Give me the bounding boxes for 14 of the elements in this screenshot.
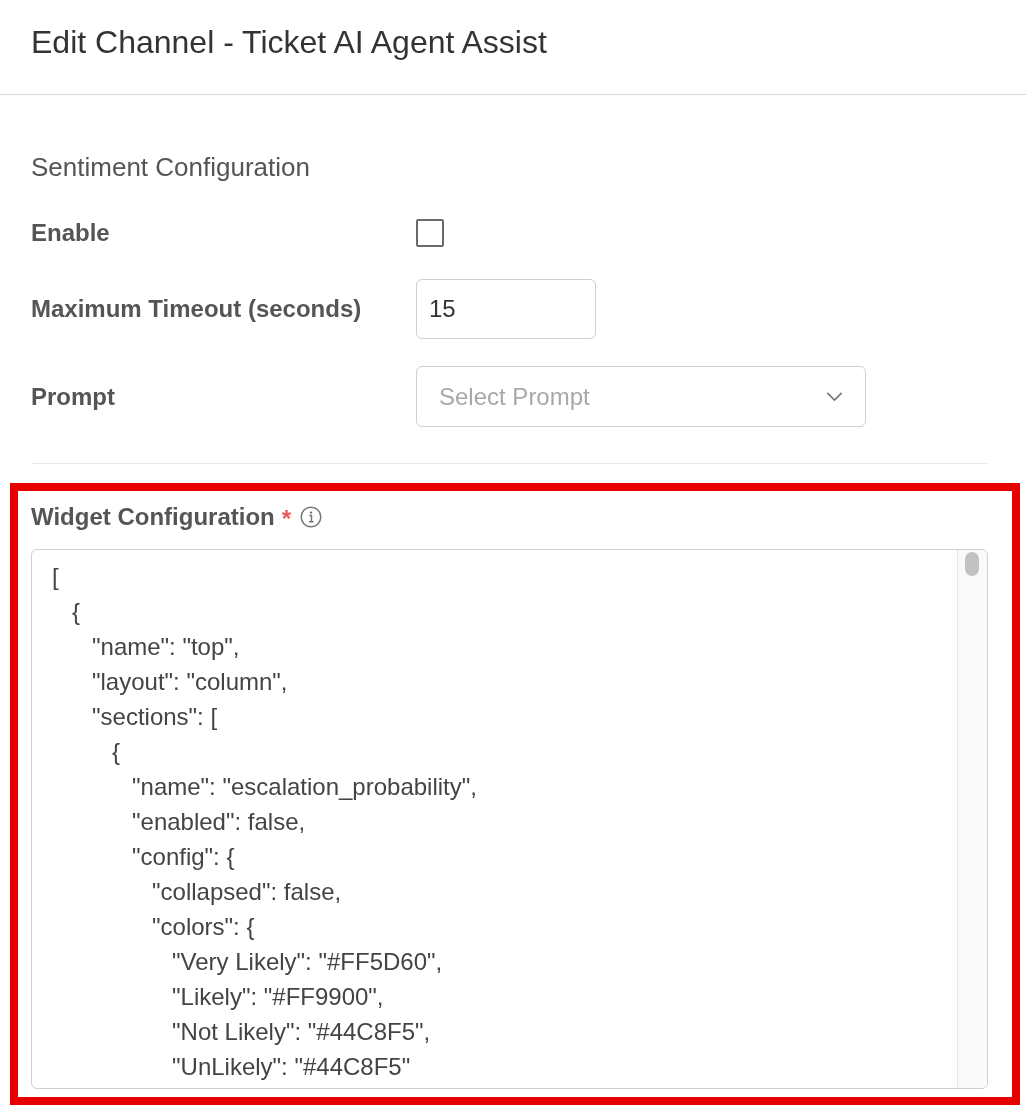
number-input[interactable]: 15 <box>416 279 596 339</box>
scrollbar-thumb[interactable] <box>965 552 979 576</box>
section-title: Sentiment Configuration <box>31 151 310 183</box>
field-label: Prompt <box>31 381 115 412</box>
required-mark: * <box>281 507 292 527</box>
code-textarea[interactable]: [ { "name": "top", "layout": "column", "sections": [ { "name": "escalation_probability", "enabled": false, "config": { "collapsed": false, "colors": { "Very Likely": "#FF5D60", "Likely": "#FF9900", "Not Likely": "#44C8F5", "UnLikely": "#44C8F5" <box>31 549 988 1089</box>
page-title: Edit Channel - Ticket AI Agent Assist <box>31 23 547 61</box>
field-label: Maximum Timeout (seconds) <box>31 294 362 324</box>
chevron-down-icon <box>826 392 843 401</box>
field-label: Enable <box>31 218 110 248</box>
info-icon[interactable] <box>300 506 323 528</box>
field-label: Widget Configuration <box>31 502 275 532</box>
checkbox[interactable] <box>416 219 444 247</box>
scrollbar[interactable] <box>957 550 987 1088</box>
